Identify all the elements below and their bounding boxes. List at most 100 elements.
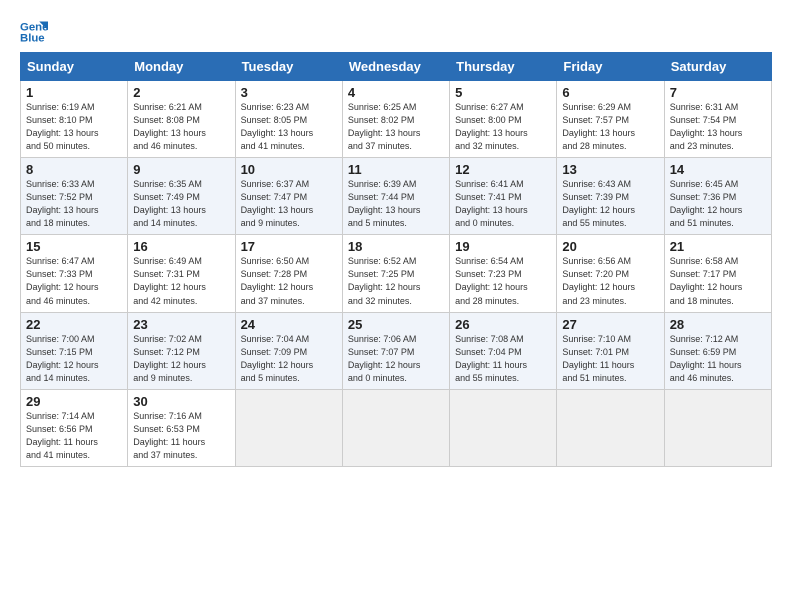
day-info: Sunrise: 6:52 AM Sunset: 7:25 PM Dayligh…: [348, 255, 444, 307]
calendar-cell: 11Sunrise: 6:39 AM Sunset: 7:44 PM Dayli…: [342, 158, 449, 235]
day-number: 17: [241, 239, 337, 254]
day-info: Sunrise: 6:43 AM Sunset: 7:39 PM Dayligh…: [562, 178, 658, 230]
day-number: 22: [26, 317, 122, 332]
calendar-cell: 22Sunrise: 7:00 AM Sunset: 7:15 PM Dayli…: [21, 312, 128, 389]
calendar-cell: 19Sunrise: 6:54 AM Sunset: 7:23 PM Dayli…: [450, 235, 557, 312]
header: General Blue: [20, 18, 772, 46]
day-info: Sunrise: 7:08 AM Sunset: 7:04 PM Dayligh…: [455, 333, 551, 385]
calendar-cell: 27Sunrise: 7:10 AM Sunset: 7:01 PM Dayli…: [557, 312, 664, 389]
calendar-cell: 2Sunrise: 6:21 AM Sunset: 8:08 PM Daylig…: [128, 81, 235, 158]
day-number: 26: [455, 317, 551, 332]
day-info: Sunrise: 7:06 AM Sunset: 7:07 PM Dayligh…: [348, 333, 444, 385]
calendar-cell: 28Sunrise: 7:12 AM Sunset: 6:59 PM Dayli…: [664, 312, 771, 389]
calendar-cell: 9Sunrise: 6:35 AM Sunset: 7:49 PM Daylig…: [128, 158, 235, 235]
calendar-cell: [342, 389, 449, 466]
calendar-week-1: 1Sunrise: 6:19 AM Sunset: 8:10 PM Daylig…: [21, 81, 772, 158]
day-number: 29: [26, 394, 122, 409]
day-info: Sunrise: 6:49 AM Sunset: 7:31 PM Dayligh…: [133, 255, 229, 307]
day-number: 13: [562, 162, 658, 177]
calendar-cell: 7Sunrise: 6:31 AM Sunset: 7:54 PM Daylig…: [664, 81, 771, 158]
calendar-cell: 16Sunrise: 6:49 AM Sunset: 7:31 PM Dayli…: [128, 235, 235, 312]
col-header-friday: Friday: [557, 53, 664, 81]
calendar-cell: 25Sunrise: 7:06 AM Sunset: 7:07 PM Dayli…: [342, 312, 449, 389]
col-header-sunday: Sunday: [21, 53, 128, 81]
day-info: Sunrise: 6:19 AM Sunset: 8:10 PM Dayligh…: [26, 101, 122, 153]
day-info: Sunrise: 6:39 AM Sunset: 7:44 PM Dayligh…: [348, 178, 444, 230]
day-info: Sunrise: 6:37 AM Sunset: 7:47 PM Dayligh…: [241, 178, 337, 230]
calendar-week-3: 15Sunrise: 6:47 AM Sunset: 7:33 PM Dayli…: [21, 235, 772, 312]
calendar-cell: 12Sunrise: 6:41 AM Sunset: 7:41 PM Dayli…: [450, 158, 557, 235]
calendar-cell: 24Sunrise: 7:04 AM Sunset: 7:09 PM Dayli…: [235, 312, 342, 389]
calendar-cell: 20Sunrise: 6:56 AM Sunset: 7:20 PM Dayli…: [557, 235, 664, 312]
day-number: 18: [348, 239, 444, 254]
col-header-tuesday: Tuesday: [235, 53, 342, 81]
calendar-cell: 18Sunrise: 6:52 AM Sunset: 7:25 PM Dayli…: [342, 235, 449, 312]
day-number: 25: [348, 317, 444, 332]
svg-text:Blue: Blue: [20, 33, 45, 45]
calendar-cell: [664, 389, 771, 466]
calendar-cell: [235, 389, 342, 466]
day-info: Sunrise: 7:10 AM Sunset: 7:01 PM Dayligh…: [562, 333, 658, 385]
day-number: 5: [455, 85, 551, 100]
day-info: Sunrise: 6:58 AM Sunset: 7:17 PM Dayligh…: [670, 255, 766, 307]
day-number: 2: [133, 85, 229, 100]
day-number: 28: [670, 317, 766, 332]
day-number: 9: [133, 162, 229, 177]
day-info: Sunrise: 6:21 AM Sunset: 8:08 PM Dayligh…: [133, 101, 229, 153]
calendar-header-row: SundayMondayTuesdayWednesdayThursdayFrid…: [21, 53, 772, 81]
col-header-wednesday: Wednesday: [342, 53, 449, 81]
day-info: Sunrise: 6:31 AM Sunset: 7:54 PM Dayligh…: [670, 101, 766, 153]
day-number: 10: [241, 162, 337, 177]
day-info: Sunrise: 6:29 AM Sunset: 7:57 PM Dayligh…: [562, 101, 658, 153]
day-info: Sunrise: 6:41 AM Sunset: 7:41 PM Dayligh…: [455, 178, 551, 230]
day-info: Sunrise: 7:14 AM Sunset: 6:56 PM Dayligh…: [26, 410, 122, 462]
day-info: Sunrise: 7:02 AM Sunset: 7:12 PM Dayligh…: [133, 333, 229, 385]
day-info: Sunrise: 6:27 AM Sunset: 8:00 PM Dayligh…: [455, 101, 551, 153]
calendar-cell: [450, 389, 557, 466]
day-number: 14: [670, 162, 766, 177]
day-number: 16: [133, 239, 229, 254]
day-info: Sunrise: 6:23 AM Sunset: 8:05 PM Dayligh…: [241, 101, 337, 153]
day-info: Sunrise: 6:47 AM Sunset: 7:33 PM Dayligh…: [26, 255, 122, 307]
day-number: 11: [348, 162, 444, 177]
day-number: 1: [26, 85, 122, 100]
calendar-cell: 8Sunrise: 6:33 AM Sunset: 7:52 PM Daylig…: [21, 158, 128, 235]
day-number: 7: [670, 85, 766, 100]
calendar-cell: 3Sunrise: 6:23 AM Sunset: 8:05 PM Daylig…: [235, 81, 342, 158]
calendar-cell: 13Sunrise: 6:43 AM Sunset: 7:39 PM Dayli…: [557, 158, 664, 235]
day-info: Sunrise: 7:12 AM Sunset: 6:59 PM Dayligh…: [670, 333, 766, 385]
calendar-table: SundayMondayTuesdayWednesdayThursdayFrid…: [20, 52, 772, 467]
calendar-cell: 21Sunrise: 6:58 AM Sunset: 7:17 PM Dayli…: [664, 235, 771, 312]
day-number: 19: [455, 239, 551, 254]
day-info: Sunrise: 7:00 AM Sunset: 7:15 PM Dayligh…: [26, 333, 122, 385]
calendar-cell: 10Sunrise: 6:37 AM Sunset: 7:47 PM Dayli…: [235, 158, 342, 235]
day-number: 15: [26, 239, 122, 254]
logo: General Blue: [20, 18, 48, 46]
day-number: 20: [562, 239, 658, 254]
day-info: Sunrise: 6:45 AM Sunset: 7:36 PM Dayligh…: [670, 178, 766, 230]
calendar-cell: 26Sunrise: 7:08 AM Sunset: 7:04 PM Dayli…: [450, 312, 557, 389]
day-info: Sunrise: 6:54 AM Sunset: 7:23 PM Dayligh…: [455, 255, 551, 307]
day-number: 24: [241, 317, 337, 332]
calendar-cell: 30Sunrise: 7:16 AM Sunset: 6:53 PM Dayli…: [128, 389, 235, 466]
calendar-week-5: 29Sunrise: 7:14 AM Sunset: 6:56 PM Dayli…: [21, 389, 772, 466]
calendar-week-2: 8Sunrise: 6:33 AM Sunset: 7:52 PM Daylig…: [21, 158, 772, 235]
calendar-cell: 14Sunrise: 6:45 AM Sunset: 7:36 PM Dayli…: [664, 158, 771, 235]
day-number: 23: [133, 317, 229, 332]
day-number: 3: [241, 85, 337, 100]
calendar-cell: 17Sunrise: 6:50 AM Sunset: 7:28 PM Dayli…: [235, 235, 342, 312]
day-info: Sunrise: 6:33 AM Sunset: 7:52 PM Dayligh…: [26, 178, 122, 230]
day-number: 30: [133, 394, 229, 409]
calendar-cell: 1Sunrise: 6:19 AM Sunset: 8:10 PM Daylig…: [21, 81, 128, 158]
page: General Blue SundayMondayTuesdayWednesda…: [0, 0, 792, 612]
calendar-cell: 4Sunrise: 6:25 AM Sunset: 8:02 PM Daylig…: [342, 81, 449, 158]
day-number: 12: [455, 162, 551, 177]
day-number: 27: [562, 317, 658, 332]
day-info: Sunrise: 6:56 AM Sunset: 7:20 PM Dayligh…: [562, 255, 658, 307]
calendar-cell: 6Sunrise: 6:29 AM Sunset: 7:57 PM Daylig…: [557, 81, 664, 158]
calendar-cell: 29Sunrise: 7:14 AM Sunset: 6:56 PM Dayli…: [21, 389, 128, 466]
calendar-cell: [557, 389, 664, 466]
logo-icon: General Blue: [20, 18, 48, 46]
day-info: Sunrise: 7:04 AM Sunset: 7:09 PM Dayligh…: [241, 333, 337, 385]
col-header-saturday: Saturday: [664, 53, 771, 81]
